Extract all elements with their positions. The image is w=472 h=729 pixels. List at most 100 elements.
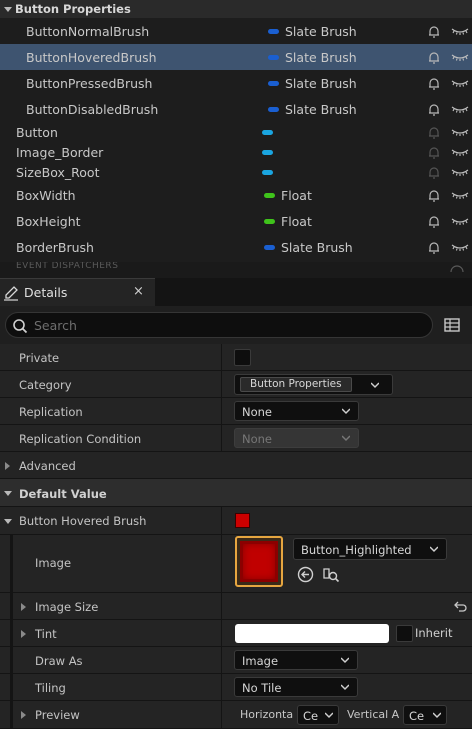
property-row-replication: Replication None [0, 398, 472, 425]
horizontal-alignment-value: Ce [303, 709, 319, 723]
inherit-checkbox[interactable] [396, 625, 413, 642]
visibility-eye-icon[interactable] [451, 104, 469, 114]
vertical-alignment-label: Vertical A [347, 708, 400, 721]
draw-as-combo[interactable]: Image [234, 650, 358, 670]
default-value-label: Default Value [19, 487, 107, 501]
tiling-value: No Tile [242, 681, 282, 695]
variable-row[interactable]: Button [0, 122, 472, 142]
image-label: Image [35, 556, 72, 570]
category-label: Button Properties [15, 2, 131, 16]
indent-guide [10, 701, 13, 728]
variable-type-pin-icon [262, 149, 273, 155]
visibility-eye-icon[interactable] [451, 242, 469, 252]
button-hovered-brush-label: Button Hovered Brush [19, 514, 147, 528]
replication-bell-icon[interactable] [428, 25, 440, 38]
advanced-label: Advanced [19, 459, 76, 473]
expand-arrow-icon[interactable] [21, 711, 26, 719]
image-asset-picker[interactable]: Button_Highlighted [293, 538, 447, 560]
replication-bell-icon[interactable] [428, 77, 440, 90]
tint-color-swatch[interactable] [235, 624, 389, 643]
visibility-eye-icon[interactable] [451, 147, 469, 157]
category-text-field[interactable]: Button Properties [240, 377, 352, 392]
visibility-eye-icon[interactable] [451, 52, 469, 62]
variable-row[interactable]: BoxWidth Float [0, 182, 472, 208]
variable-name: ButtonHoveredBrush [26, 49, 157, 65]
visibility-eye-icon[interactable] [451, 78, 469, 88]
visibility-eye-icon[interactable] [451, 167, 469, 177]
variable-row[interactable]: SizeBox_Root [0, 162, 472, 182]
replication-value: None [242, 405, 273, 419]
variable-type-pin-icon [262, 169, 273, 175]
category-combo[interactable]: Button Properties [234, 374, 393, 395]
variable-row[interactable]: BorderBrush Slate Brush [0, 234, 472, 260]
chevron-down-icon [371, 382, 379, 389]
expand-arrow-icon[interactable] [21, 603, 26, 611]
visibility-eye-icon[interactable] [451, 216, 469, 226]
replication-label: Replication [19, 405, 83, 419]
property-row-tint: Tint Inherit [0, 620, 472, 647]
image-size-label: Image Size [35, 600, 99, 614]
tiling-combo[interactable]: No Tile [234, 677, 358, 697]
property-row-image-size: Image Size [0, 593, 472, 620]
search-input[interactable] [34, 317, 414, 333]
image-thumbnail-preview [240, 541, 278, 582]
variable-row[interactable]: ButtonHoveredBrush Slate Brush [0, 44, 472, 70]
category-header-button-properties[interactable]: Button Properties [0, 0, 472, 18]
replication-bell-icon[interactable] [428, 166, 440, 179]
event-dispatchers-header[interactable]: EVENT DISPATCHERS [0, 262, 472, 272]
replication-combo[interactable]: None [234, 401, 359, 421]
variable-name: Image_Border [16, 144, 104, 160]
expand-arrow-icon[interactable] [21, 630, 26, 638]
use-selected-asset-icon[interactable] [297, 566, 314, 583]
horizontal-alignment-combo[interactable]: Ce [297, 705, 339, 725]
advanced-section[interactable]: Advanced [0, 452, 472, 479]
private-checkbox[interactable] [234, 349, 251, 366]
collapse-arrow-icon[interactable] [4, 519, 12, 524]
preview-label: Preview [35, 708, 80, 722]
add-icon[interactable] [450, 265, 464, 272]
variable-type-pin-icon [262, 129, 273, 135]
variable-row[interactable]: BoxHeight Float [0, 208, 472, 234]
variable-name: ButtonPressedBrush [26, 75, 153, 91]
variable-type-label: Slate Brush [285, 75, 357, 91]
brush-color-swatch[interactable] [235, 513, 250, 528]
variable-row[interactable]: ButtonPressedBrush Slate Brush [0, 70, 472, 96]
indent-guide [10, 593, 13, 619]
reset-to-default-icon[interactable] [454, 601, 467, 612]
variable-type-label: Float [281, 213, 312, 229]
replication-bell-icon[interactable] [428, 126, 440, 139]
replication-bell-icon[interactable] [428, 215, 440, 228]
view-options-icon[interactable] [444, 317, 460, 333]
close-tab-icon[interactable]: × [133, 284, 144, 299]
vertical-alignment-combo[interactable]: Ce [403, 705, 447, 725]
indent-guide [10, 674, 13, 700]
variable-type-pin-icon [264, 218, 275, 224]
default-value-section[interactable]: Default Value [0, 479, 472, 507]
private-label: Private [19, 351, 60, 365]
variable-name: SizeBox_Root [16, 164, 100, 180]
category-value: Button Properties [250, 378, 342, 390]
variable-row[interactable]: ButtonDisabledBrush Slate Brush [0, 96, 472, 122]
chevron-down-icon [325, 712, 333, 719]
replication-bell-icon[interactable] [428, 241, 440, 254]
variable-row[interactable]: Image_Border [0, 142, 472, 162]
collapse-arrow-icon[interactable] [4, 491, 12, 496]
replication-condition-value: None [242, 432, 273, 446]
replication-bell-icon[interactable] [428, 189, 440, 202]
tab-details[interactable]: Details × [0, 278, 155, 306]
chevron-down-icon [433, 712, 441, 719]
visibility-eye-icon[interactable] [451, 26, 469, 36]
image-thumbnail[interactable] [235, 536, 283, 587]
replication-bell-icon[interactable] [428, 103, 440, 116]
browse-asset-icon[interactable] [322, 566, 340, 583]
horizontal-alignment-label: Horizonta [240, 708, 294, 721]
visibility-eye-icon[interactable] [451, 127, 469, 137]
expand-arrow-icon[interactable] [5, 462, 10, 470]
image-value: Button_Highlighted [301, 543, 412, 557]
chevron-down-icon [341, 657, 349, 664]
visibility-eye-icon[interactable] [451, 190, 469, 200]
variable-row[interactable]: ButtonNormalBrush Slate Brush [0, 18, 472, 44]
event-dispatchers-label: EVENT DISPATCHERS [16, 262, 119, 271]
replication-bell-icon[interactable] [428, 146, 440, 159]
replication-bell-icon[interactable] [428, 51, 440, 64]
